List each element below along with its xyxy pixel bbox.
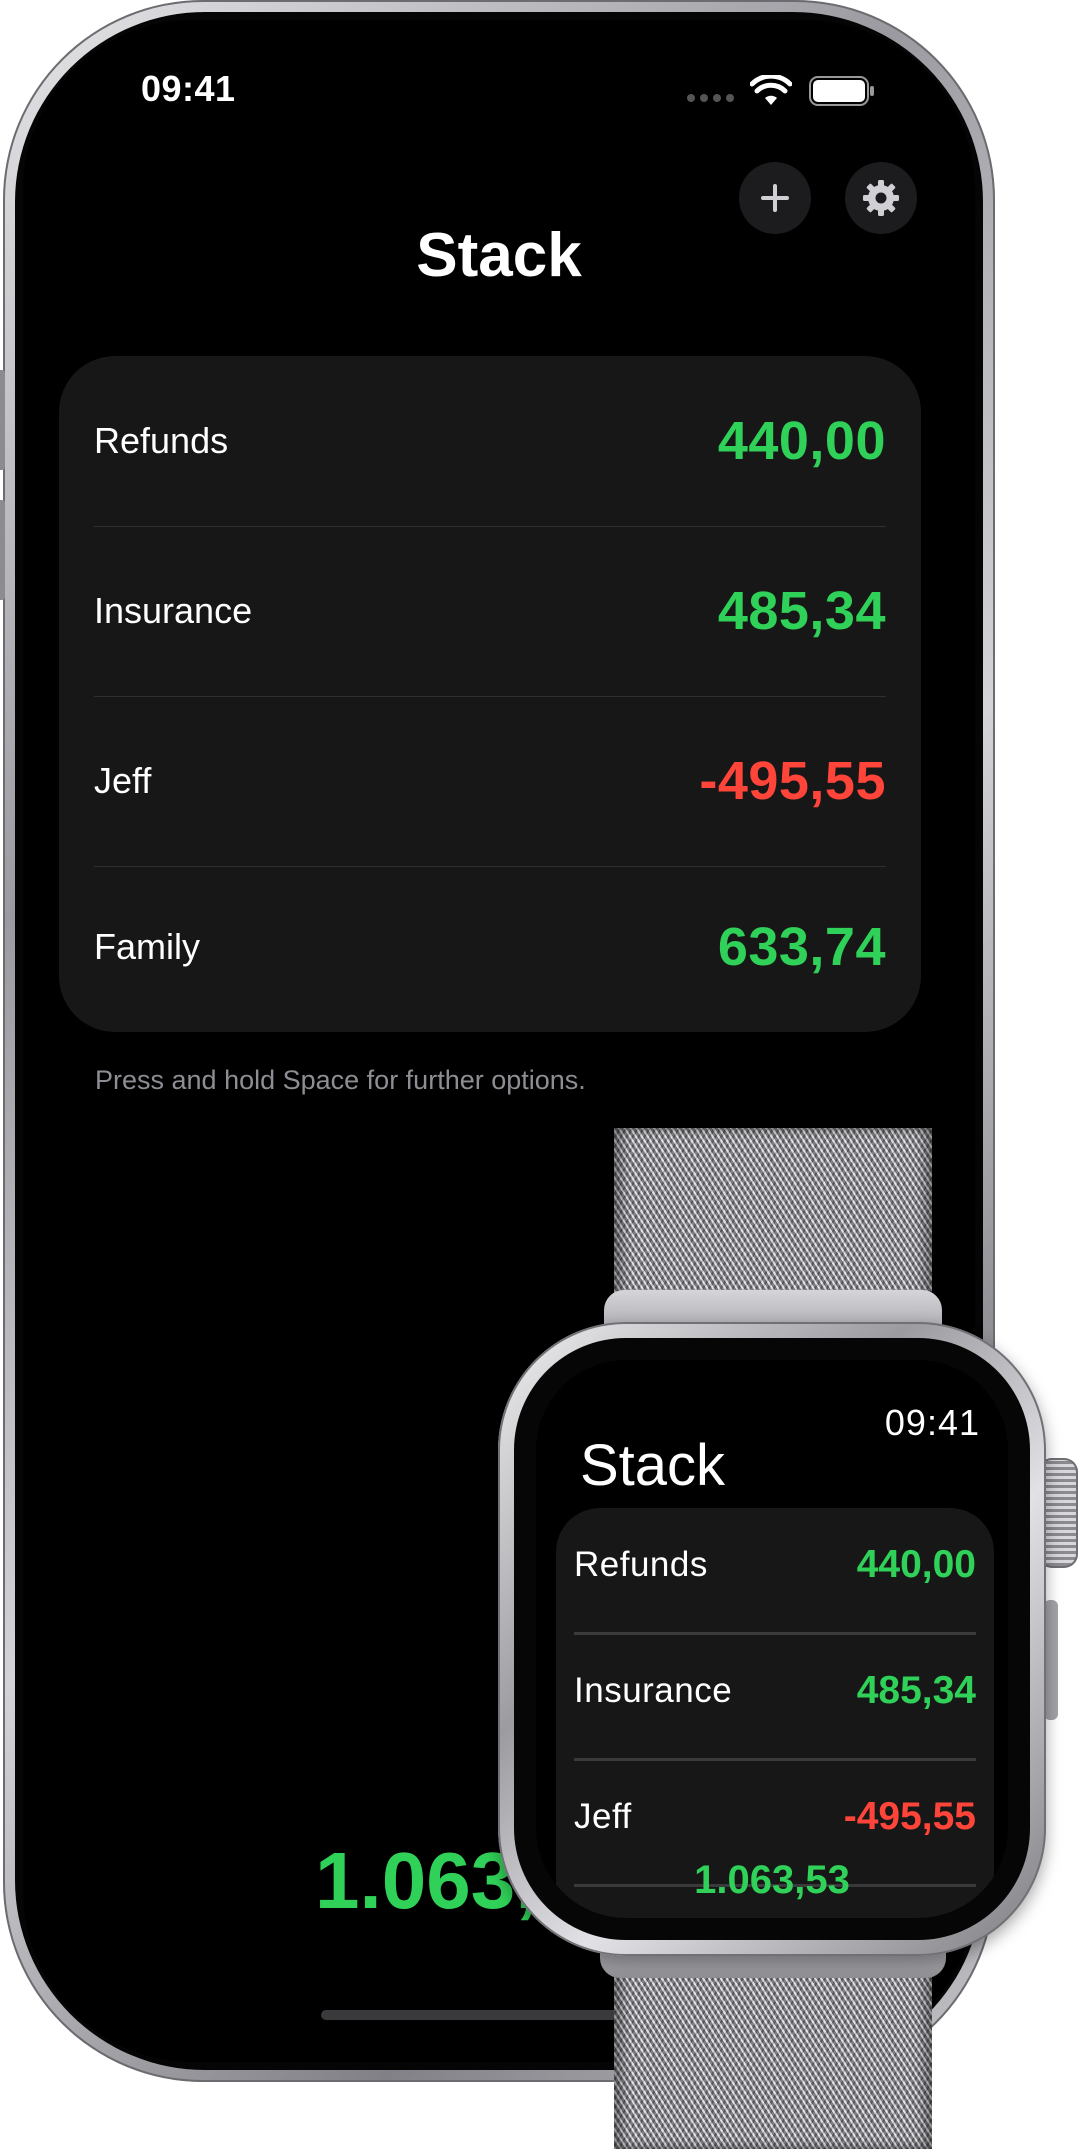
item-amount: -495,55 — [699, 751, 886, 811]
item-label: Insurance — [94, 590, 253, 631]
watch-list-item-refunds[interactable]: Refunds 440,00 — [574, 1510, 976, 1620]
item-label: Refunds — [94, 420, 229, 461]
item-amount: 440,00 — [856, 1543, 976, 1586]
watch-title: Stack — [580, 1433, 726, 1498]
hint-text: Press and hold Space for further options… — [95, 1065, 586, 1095]
home-indicator[interactable] — [321, 2010, 641, 2020]
plus-icon — [761, 184, 789, 212]
accounts-list: Refunds 440,00 Insurance 485,34 Jeff -49… — [59, 356, 921, 1032]
item-amount: 485,34 — [717, 581, 886, 641]
watch-list-item-insurance[interactable]: Insurance 485,34 — [574, 1636, 976, 1746]
page-title: Stack — [416, 221, 582, 290]
volume-up-button — [0, 370, 5, 470]
list-item-family[interactable]: Family 633,74 — [94, 862, 886, 1032]
item-amount: 440,00 — [717, 411, 886, 471]
apple-watch-device: 09:41 Stack Refunds 440,00 Insurance 485… — [498, 1322, 1046, 1956]
volume-down-button — [0, 500, 5, 600]
gear-icon — [863, 180, 899, 216]
divider — [574, 1758, 976, 1761]
item-amount: -495,55 — [843, 1795, 976, 1838]
watch-side-button[interactable] — [1044, 1600, 1058, 1720]
watch-list-item-jeff[interactable]: Jeff -495,55 — [574, 1762, 976, 1872]
cellular-signal-icon — [687, 94, 734, 102]
divider — [574, 1632, 976, 1635]
item-label: Jeff — [574, 1797, 632, 1836]
list-item-refunds[interactable]: Refunds 440,00 — [94, 356, 886, 526]
item-amount: 485,34 — [856, 1669, 976, 1712]
wifi-icon — [750, 75, 792, 105]
list-item-jeff[interactable]: Jeff -495,55 — [94, 696, 886, 866]
item-label: Insurance — [574, 1671, 733, 1710]
watch-accounts-list: Refunds 440,00 Insurance 485,34 Jeff -49… — [556, 1508, 994, 1918]
item-label: Jeff — [94, 760, 152, 801]
list-item-insurance[interactable]: Insurance 485,34 — [94, 526, 886, 696]
watch-screen: 09:41 Stack Refunds 440,00 Insurance 485… — [536, 1360, 1008, 1918]
watch-time: 09:41 — [884, 1402, 980, 1443]
battery-icon — [809, 76, 874, 106]
watch-total-balance: 1.063,53 — [694, 1858, 850, 1902]
item-amount: 633,74 — [717, 917, 886, 977]
status-bar-time: 09:41 — [141, 68, 236, 109]
item-label: Family — [94, 926, 200, 967]
item-label: Refunds — [574, 1545, 708, 1584]
